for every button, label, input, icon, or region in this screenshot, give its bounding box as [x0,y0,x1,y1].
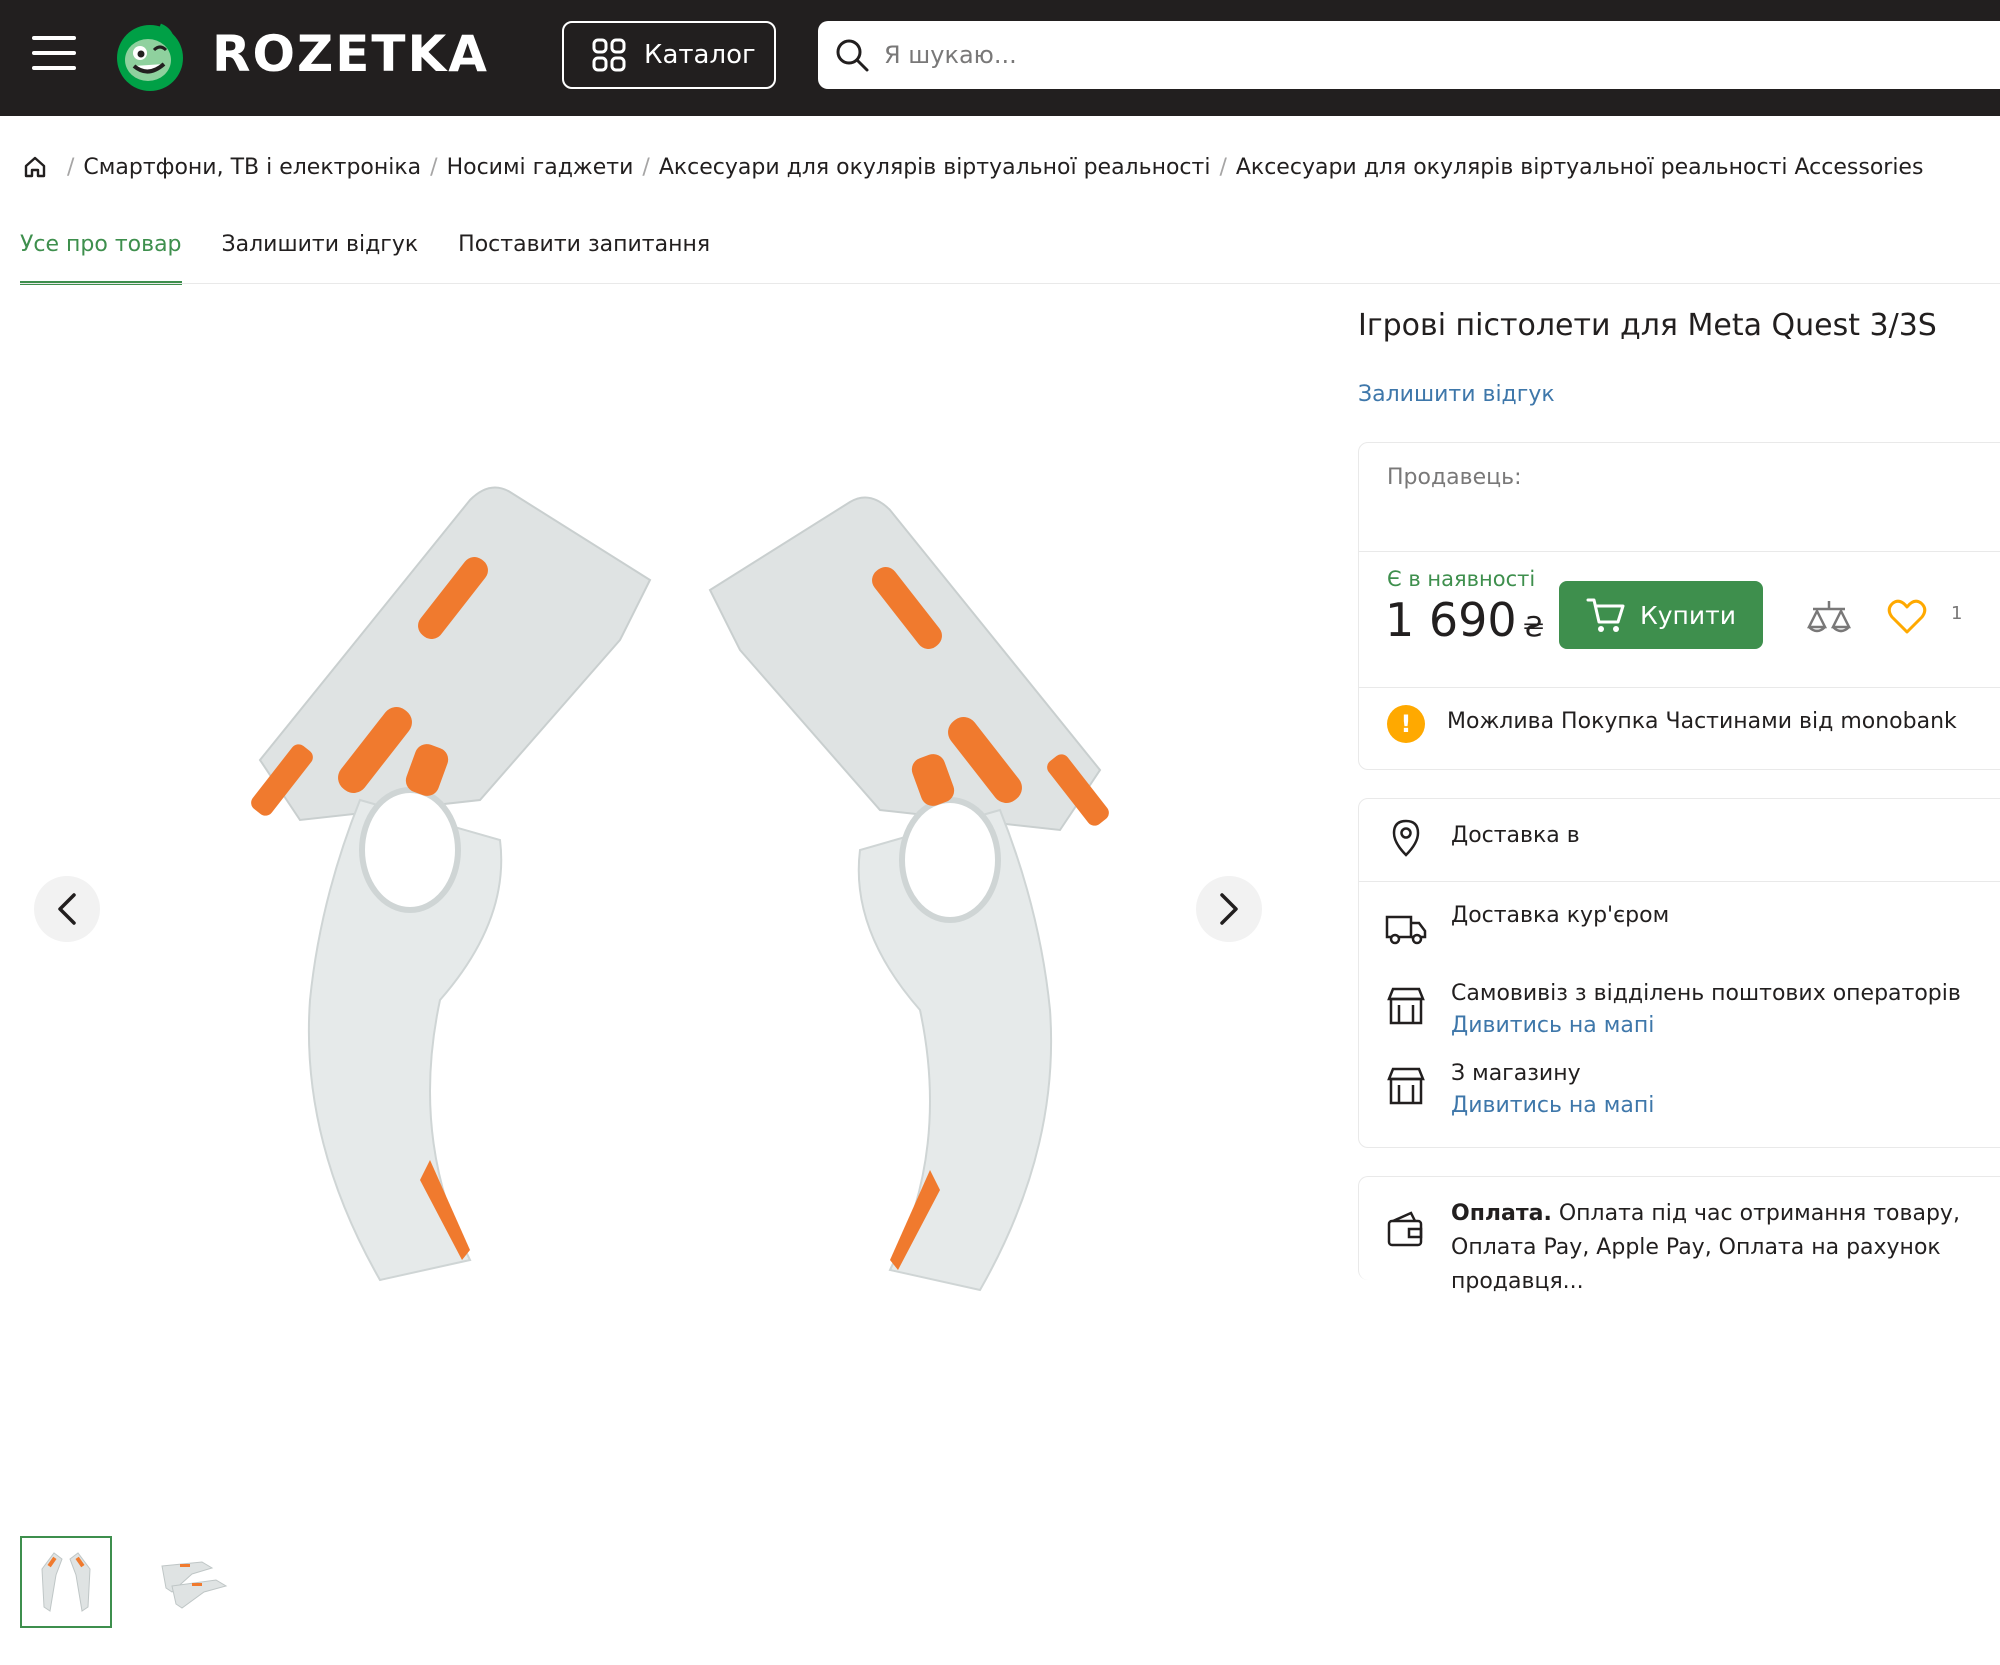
menu-icon[interactable] [32,36,76,76]
breadcrumb: / Смартфони, ТВ і електроніка / Носимі г… [22,154,1923,180]
delivery-option-store: З магазину [1451,1061,1581,1086]
installment-text[interactable]: Можлива Покупка Частинами від monobank [1447,709,1957,734]
location-pin-icon [1392,819,1420,857]
home-icon[interactable] [22,154,48,180]
breadcrumb-item[interactable]: Аксесуари для окулярів віртуальної реаль… [659,155,1211,180]
warning-icon: ! [1387,705,1425,743]
catalog-button[interactable]: Каталог [562,21,776,89]
product-price: 1 690 ₴ [1385,593,1544,647]
delivery-card: Доставка в Доставка кур'єром Самовивіз з… [1358,798,2000,1148]
thumbnail-1[interactable] [20,1536,112,1628]
breadcrumb-item[interactable]: Аксесуари для окулярів віртуальної реаль… [1236,155,1924,180]
leave-review-link[interactable]: Залишити відгук [1358,382,1555,407]
product-tabs: Усе про товар Залишити відгук Поставити … [20,228,750,285]
price-value: 1 690 [1385,593,1517,647]
payment-label: Оплата. [1451,1201,1552,1226]
prev-image-button[interactable] [34,876,100,942]
delivery-option-pickup: Самовивіз з відділень поштових операторі… [1451,981,1961,1006]
delivery-option-courier: Доставка кур'єром [1451,903,1670,928]
logo-text[interactable]: ROZETKA [212,24,489,84]
store-icon [1387,987,1425,1025]
breadcrumb-item[interactable]: Носимі гаджети [447,155,634,180]
chevron-right-icon [1220,893,1238,925]
product-title: Ігрові пістолети для Meta Quest 3/3S [1358,308,1937,343]
stock-status: Є в наявності [1387,567,1536,591]
chevron-left-icon [58,893,76,925]
product-image[interactable] [180,380,1180,1380]
product-gallery [20,300,1262,1628]
price-card: Продавець: Є в наявності 1 690 ₴ Купити 1… [1358,442,2000,770]
buy-button[interactable]: Купити [1559,581,1763,649]
compare-icon[interactable] [1807,597,1851,637]
catalog-label: Каталог [644,40,756,70]
logo-icon[interactable] [114,20,186,92]
thumbnail-image [161,1561,228,1609]
thumbnail-image [41,1552,91,1612]
payment-text[interactable]: Оплата. Оплата під час отримання товару,… [1451,1197,2000,1299]
tab-review[interactable]: Залишити відгук [222,228,419,285]
grid-icon [592,38,626,72]
view-on-map-link[interactable]: Дивитись на мапі [1451,1013,1654,1038]
favorites-count: 1 [1951,603,1963,624]
payment-card: Оплата. Оплата під час отримання товару,… [1358,1176,2000,1294]
currency-sign: ₴ [1522,610,1545,643]
cart-icon [1586,598,1625,632]
delivery-header[interactable]: Доставка в [1451,823,1580,848]
tab-question[interactable]: Поставити запитання [458,228,710,285]
store-icon [1387,1067,1425,1105]
next-image-button[interactable] [1196,876,1262,942]
top-header: ROZETKA Каталог [0,0,2000,116]
wallet-icon [1387,1211,1423,1247]
left-gun-image [251,486,652,1282]
search-icon[interactable] [834,37,870,73]
breadcrumb-item[interactable]: Смартфони, ТВ і електроніка [83,155,421,180]
truck-icon [1385,915,1427,945]
heart-icon[interactable] [1887,599,1927,635]
tab-all-about[interactable]: Усе про товар [20,228,182,285]
search-input[interactable] [884,41,1784,69]
view-on-map-link[interactable]: Дивитись на мапі [1451,1093,1654,1118]
seller-label: Продавець: [1387,465,1522,490]
search-bar [818,21,2000,89]
right-gun-image [708,496,1109,1292]
buy-label: Купити [1640,600,1736,630]
thumbnail-2[interactable] [146,1536,238,1628]
tabs-divider [20,283,2000,284]
